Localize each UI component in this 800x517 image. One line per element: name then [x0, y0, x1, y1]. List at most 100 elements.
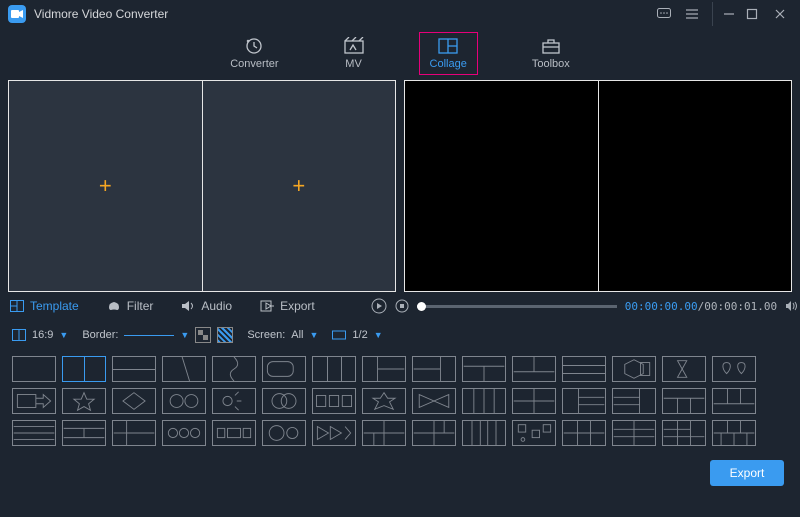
- template-3x3-partial[interactable]: [662, 420, 706, 446]
- tab-converter[interactable]: Converter: [220, 33, 288, 74]
- template-5col[interactable]: [462, 420, 506, 446]
- template-3col[interactable]: [312, 356, 356, 382]
- template-triangles[interactable]: [312, 420, 356, 446]
- timeline-thumb[interactable]: [417, 302, 426, 311]
- template-circles-3[interactable]: [162, 420, 206, 446]
- template-sun[interactable]: [212, 388, 256, 414]
- template-brick[interactable]: [712, 420, 756, 446]
- minimize-button[interactable]: [712, 2, 736, 26]
- template-tb-split[interactable]: [462, 356, 506, 382]
- split-value: 1/2: [352, 329, 367, 341]
- options-row: 16:9 ▼ Border: ▼ Screen: All ▼ 1/2 ▼: [0, 320, 800, 350]
- template-hex[interactable]: [612, 356, 656, 382]
- template-sidebar-rows[interactable]: [112, 420, 156, 446]
- close-button[interactable]: [768, 2, 792, 26]
- template-circles-overlap[interactable]: [262, 388, 306, 414]
- template-circle-pair[interactable]: [262, 420, 306, 446]
- chevron-down-icon: ▼: [310, 330, 319, 340]
- tab-collage[interactable]: Collage: [419, 32, 478, 75]
- template-2col[interactable]: [62, 356, 106, 382]
- template-2x3[interactable]: [612, 420, 656, 446]
- template-bt-split[interactable]: [512, 356, 556, 382]
- add-icon: +: [99, 173, 112, 199]
- collage-canvas: + +: [8, 80, 396, 292]
- template-scatter[interactable]: [512, 420, 556, 446]
- template-icon: [10, 300, 24, 312]
- template-3row[interactable]: [562, 356, 606, 382]
- feedback-icon[interactable]: [652, 2, 676, 26]
- template-1x1[interactable]: [12, 356, 56, 382]
- template-diag[interactable]: [162, 356, 206, 382]
- split-icon: [332, 329, 346, 341]
- template-4col[interactable]: [462, 388, 506, 414]
- subtab-template[interactable]: Template: [10, 299, 79, 313]
- template-3-1[interactable]: [612, 388, 656, 414]
- chevron-down-icon: ▼: [180, 330, 189, 340]
- playback-controls: 00:00:00.00/00:00:01.00: [371, 298, 799, 314]
- template-t-up[interactable]: [662, 388, 706, 414]
- converter-icon: [243, 37, 265, 55]
- preview-canvas: [404, 80, 792, 292]
- subtab-export[interactable]: Export: [260, 299, 315, 313]
- template-arrow-box[interactable]: [12, 388, 56, 414]
- template-2x2[interactable]: [512, 388, 556, 414]
- collage-slot-2[interactable]: +: [203, 81, 396, 291]
- border-pattern-button[interactable]: [217, 327, 233, 343]
- template-4row[interactable]: [12, 420, 56, 446]
- menu-icon[interactable]: [680, 2, 704, 26]
- aspect-ratio-dropdown[interactable]: 16:9 ▼: [12, 329, 68, 341]
- play-button[interactable]: [371, 298, 387, 314]
- collage-icon: [437, 37, 459, 55]
- tab-label: Toolbox: [532, 58, 570, 70]
- template-boxes-3[interactable]: [212, 420, 256, 446]
- timeline-slider[interactable]: [417, 305, 617, 308]
- subtab-audio[interactable]: Audio: [181, 299, 232, 313]
- template-zigzag[interactable]: [662, 356, 706, 382]
- template-diamond[interactable]: [112, 388, 156, 414]
- workspace: + +: [0, 78, 800, 292]
- template-t-down[interactable]: [712, 388, 756, 414]
- template-circles-2[interactable]: [162, 388, 206, 414]
- template-burst[interactable]: [362, 388, 406, 414]
- template-3cells-a[interactable]: [312, 388, 356, 414]
- border-options: Border: ▼: [82, 327, 233, 343]
- preview-slot-2: [599, 81, 792, 291]
- preview-slot-1: [405, 81, 598, 291]
- app-title: Vidmore Video Converter: [34, 7, 168, 21]
- stop-button[interactable]: [395, 299, 409, 313]
- collage-slot-1[interactable]: +: [9, 81, 202, 291]
- screen-dropdown[interactable]: Screen: All ▼: [247, 329, 318, 341]
- template-grid5[interactable]: [362, 420, 406, 446]
- template-lr-split[interactable]: [362, 356, 406, 382]
- template-header-2[interactable]: [62, 420, 106, 446]
- volume-icon[interactable]: [785, 300, 799, 312]
- tab-label: MV: [345, 58, 362, 70]
- template-bowtie[interactable]: [412, 388, 456, 414]
- border-label: Border:: [82, 329, 118, 341]
- template-hearts[interactable]: [712, 356, 756, 382]
- template-star[interactable]: [62, 388, 106, 414]
- main-tabs: Converter MV Collage Toolbox: [0, 28, 800, 78]
- border-style-selector[interactable]: [124, 335, 174, 336]
- subtab-label: Filter: [127, 299, 154, 313]
- split-dropdown[interactable]: 1/2 ▼: [332, 329, 382, 341]
- templates-grid: [0, 350, 800, 452]
- template-inset[interactable]: [262, 356, 306, 382]
- template-2row[interactable]: [112, 356, 156, 382]
- aspect-icon: [12, 329, 26, 341]
- export-icon: [260, 300, 274, 312]
- subtab-filter[interactable]: Filter: [107, 299, 154, 313]
- template-rl-split[interactable]: [412, 356, 456, 382]
- border-color-button[interactable]: [195, 327, 211, 343]
- tab-mv[interactable]: MV: [333, 33, 375, 74]
- audio-icon: [181, 300, 195, 312]
- subtab-label: Template: [30, 299, 79, 313]
- template-1-3[interactable]: [562, 388, 606, 414]
- template-grid5b[interactable]: [412, 420, 456, 446]
- app-icon: [8, 5, 26, 23]
- template-curve[interactable]: [212, 356, 256, 382]
- tab-toolbox[interactable]: Toolbox: [522, 33, 580, 74]
- maximize-button[interactable]: [740, 2, 764, 26]
- export-button[interactable]: Export: [710, 460, 784, 486]
- template-3x2[interactable]: [562, 420, 606, 446]
